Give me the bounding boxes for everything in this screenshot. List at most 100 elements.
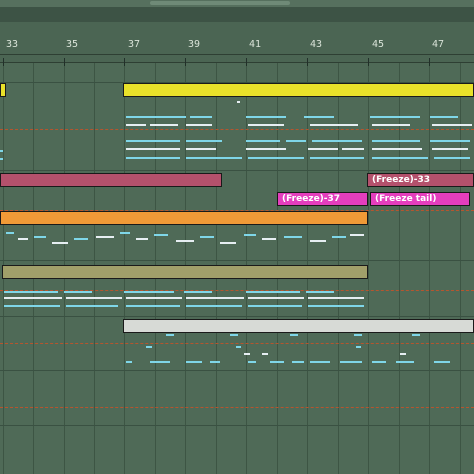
midi-note — [186, 297, 244, 299]
midi-note — [34, 236, 46, 238]
midi-note — [64, 291, 92, 293]
midi-note — [146, 346, 152, 348]
midi-note — [434, 361, 450, 363]
clip-olive[interactable] — [2, 265, 368, 279]
midi-note — [220, 242, 236, 244]
midi-note — [248, 124, 284, 126]
midi-note — [210, 361, 220, 363]
midi-note — [354, 334, 362, 336]
midi-note — [400, 353, 406, 355]
midi-note — [237, 101, 240, 103]
midi-note — [248, 361, 256, 363]
midi-note — [18, 238, 28, 240]
bar-label: 43 — [310, 39, 323, 50]
midi-note — [430, 140, 470, 142]
midi-note — [290, 334, 298, 336]
midi-note — [186, 157, 242, 159]
midi-note — [310, 240, 326, 242]
clip-freeze-33[interactable]: (Freeze)-33 — [367, 173, 474, 187]
midi-note — [244, 353, 250, 355]
midi-note — [120, 232, 130, 234]
bar-label: 41 — [249, 39, 262, 50]
clip-freeze-tail[interactable]: (Freeze tail) — [370, 192, 470, 206]
midi-note — [66, 305, 118, 307]
midi-note — [4, 297, 62, 299]
midi-note — [356, 346, 361, 348]
midi-note — [200, 236, 214, 238]
bar-label: 47 — [432, 39, 445, 50]
grid-line — [429, 63, 430, 474]
midi-note — [248, 297, 304, 299]
midi-note — [370, 116, 420, 118]
midi-note — [244, 234, 256, 236]
bar-label: 37 — [128, 39, 141, 50]
overview-scroll[interactable] — [0, 0, 474, 7]
midi-note — [186, 148, 216, 150]
midi-note — [246, 116, 286, 118]
beat-time-ruler[interactable]: 33 35 37 39 41 43 45 47 — [0, 22, 474, 66]
midi-note — [308, 148, 338, 150]
midi-note — [4, 305, 60, 307]
midi-note — [372, 124, 410, 126]
midi-note — [6, 232, 14, 234]
midi-note — [304, 116, 334, 118]
midi-note — [186, 305, 242, 307]
grid-line — [368, 63, 369, 474]
midi-note — [166, 334, 174, 336]
midi-note — [284, 236, 302, 238]
midi-note — [342, 148, 364, 150]
midi-note — [0, 150, 3, 152]
top-strip — [0, 0, 474, 23]
bar-label: 35 — [66, 39, 79, 50]
midi-note — [246, 140, 280, 142]
midi-note — [292, 361, 304, 363]
midi-note — [66, 297, 122, 299]
midi-note — [4, 291, 58, 293]
midi-note — [150, 361, 170, 363]
midi-note — [126, 124, 146, 126]
clip-white[interactable] — [123, 319, 474, 333]
midi-note — [308, 297, 364, 299]
midi-note — [136, 238, 148, 240]
bar-label: 45 — [372, 39, 385, 50]
midi-note — [74, 238, 88, 240]
midi-note — [332, 236, 346, 238]
clip-orange[interactable] — [0, 211, 368, 225]
midi-note — [340, 361, 362, 363]
midi-note — [230, 334, 238, 336]
midi-note — [186, 361, 202, 363]
midi-note — [126, 148, 180, 150]
midi-note — [248, 305, 302, 307]
midi-note — [52, 242, 68, 244]
midi-note — [434, 157, 470, 159]
clip-rose[interactable] — [0, 173, 222, 187]
loop-marker-line — [0, 343, 474, 344]
midi-note — [126, 361, 132, 363]
midi-note — [176, 240, 194, 242]
clip-label: (Freeze tail) — [375, 194, 437, 204]
midi-note — [262, 353, 268, 355]
bar-label: 33 — [6, 39, 19, 50]
midi-note — [306, 291, 334, 293]
clip-label: (Freeze)-33 — [372, 175, 431, 185]
overview-scroll-handle[interactable] — [150, 1, 290, 5]
midi-note — [0, 158, 3, 160]
midi-note — [432, 148, 468, 150]
midi-note — [372, 157, 428, 159]
midi-note — [124, 291, 174, 293]
midi-note — [350, 234, 364, 236]
midi-note — [270, 361, 284, 363]
clip-yellow-edge[interactable] — [0, 83, 6, 97]
midi-note — [190, 116, 212, 118]
ruler-divider — [0, 54, 474, 55]
midi-note — [186, 124, 212, 126]
midi-note — [412, 334, 420, 336]
midi-note — [310, 124, 358, 126]
midi-note — [126, 305, 180, 307]
midi-note — [126, 297, 182, 299]
track-lane-separator — [0, 425, 474, 426]
midi-note — [372, 148, 422, 150]
clip-yellow[interactable] — [123, 83, 474, 97]
midi-note — [310, 157, 364, 159]
clip-freeze-37[interactable]: (Freeze)-37 — [277, 192, 368, 206]
